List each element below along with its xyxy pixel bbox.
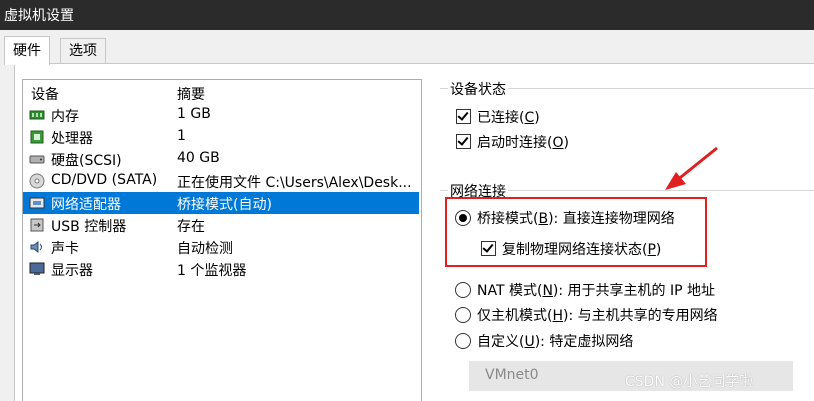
- column-header-device[interactable]: 设备: [31, 84, 59, 104]
- custom-label[interactable]: 自定义(U): 特定虚拟网络: [477, 331, 633, 351]
- device-summary: 存在: [177, 219, 205, 235]
- connected-checkbox[interactable]: [456, 109, 471, 124]
- device-name: CD/DVD (SATA): [51, 172, 158, 188]
- device-row-processor[interactable]: 处理器 1: [23, 126, 419, 148]
- device-name: USB 控制器: [51, 219, 127, 235]
- memory-icon: [29, 110, 45, 120]
- host-only-radio[interactable]: [455, 307, 471, 323]
- device-row-monitor[interactable]: 显示器 1 个监视器: [23, 258, 419, 280]
- tab-hardware[interactable]: 硬件: [4, 36, 50, 65]
- monitor-icon: [29, 262, 45, 275]
- device-summary: 1: [177, 128, 186, 144]
- device-name: 内存: [51, 109, 79, 125]
- device-name: 声卡: [51, 241, 79, 257]
- usb-icon: [30, 218, 44, 232]
- sound-card-icon: [30, 241, 42, 253]
- device-list[interactable]: 设备 摘要 内存 1 GB 处理器 1 硬盘(SCSI) 40 GB CD/DV…: [22, 79, 422, 401]
- host-only-label[interactable]: 仅主机模式(H): 与主机共享的专用网络: [477, 305, 718, 325]
- device-summary: 桥接模式(自动): [177, 197, 272, 213]
- harddisk-icon: [29, 155, 45, 164]
- device-name: 硬盘(SCSI): [51, 153, 122, 169]
- device-summary: 1 个监视器: [177, 263, 247, 279]
- device-summary: 自动检测: [177, 241, 233, 257]
- nat-mode-label[interactable]: NAT 模式(N): 用于共享主机的 IP 地址: [477, 280, 715, 300]
- watermark: CSDN @小艺同学啦: [625, 374, 754, 390]
- device-summary: 40 GB: [177, 150, 220, 166]
- device-name: 显示器: [51, 263, 93, 279]
- device-row-network-adapter[interactable]: 网络适配器 桥接模式(自动): [23, 192, 419, 214]
- custom-radio[interactable]: [455, 333, 471, 349]
- tab-hardware-label: 硬件: [13, 43, 41, 59]
- highlight-box: [445, 197, 707, 267]
- connected-label[interactable]: 已连接(C): [477, 107, 540, 127]
- connect-on-start-label[interactable]: 启动时连接(O): [477, 132, 569, 152]
- device-row-harddisk[interactable]: 硬盘(SCSI) 40 GB: [23, 148, 419, 170]
- tab-strip: 硬件 选项: [0, 30, 814, 65]
- network-adapter-icon: [29, 197, 45, 209]
- vmnet-select-value: VMnet0: [485, 367, 539, 383]
- device-row-sound-card[interactable]: 声卡 自动检测: [23, 236, 419, 258]
- tab-options[interactable]: 选项: [60, 38, 106, 63]
- device-row-usb[interactable]: USB 控制器 存在: [23, 214, 419, 236]
- nat-mode-radio[interactable]: [455, 282, 471, 298]
- device-name: 网络适配器: [51, 197, 121, 213]
- device-status-title: 设备状态: [448, 79, 508, 99]
- cd-dvd-icon: [29, 173, 45, 189]
- device-row-memory[interactable]: 内存 1 GB: [23, 104, 419, 126]
- device-summary: 1 GB: [177, 106, 211, 122]
- column-header-summary[interactable]: 摘要: [177, 84, 205, 104]
- connect-on-start-checkbox[interactable]: [456, 134, 471, 149]
- device-row-cd-dvd[interactable]: CD/DVD (SATA) 正在使用文件 C:\Users\Alex\Desk.…: [23, 170, 419, 192]
- cpu-icon: [30, 130, 44, 144]
- device-name: 处理器: [51, 131, 93, 147]
- device-list-header: 设备 摘要: [23, 82, 419, 104]
- window-title: 虚拟机设置: [4, 8, 74, 24]
- tab-options-label: 选项: [69, 43, 97, 59]
- device-summary: 正在使用文件 C:\Users\Alex\Desk...: [177, 175, 412, 191]
- title-bar: 虚拟机设置: [0, 0, 814, 30]
